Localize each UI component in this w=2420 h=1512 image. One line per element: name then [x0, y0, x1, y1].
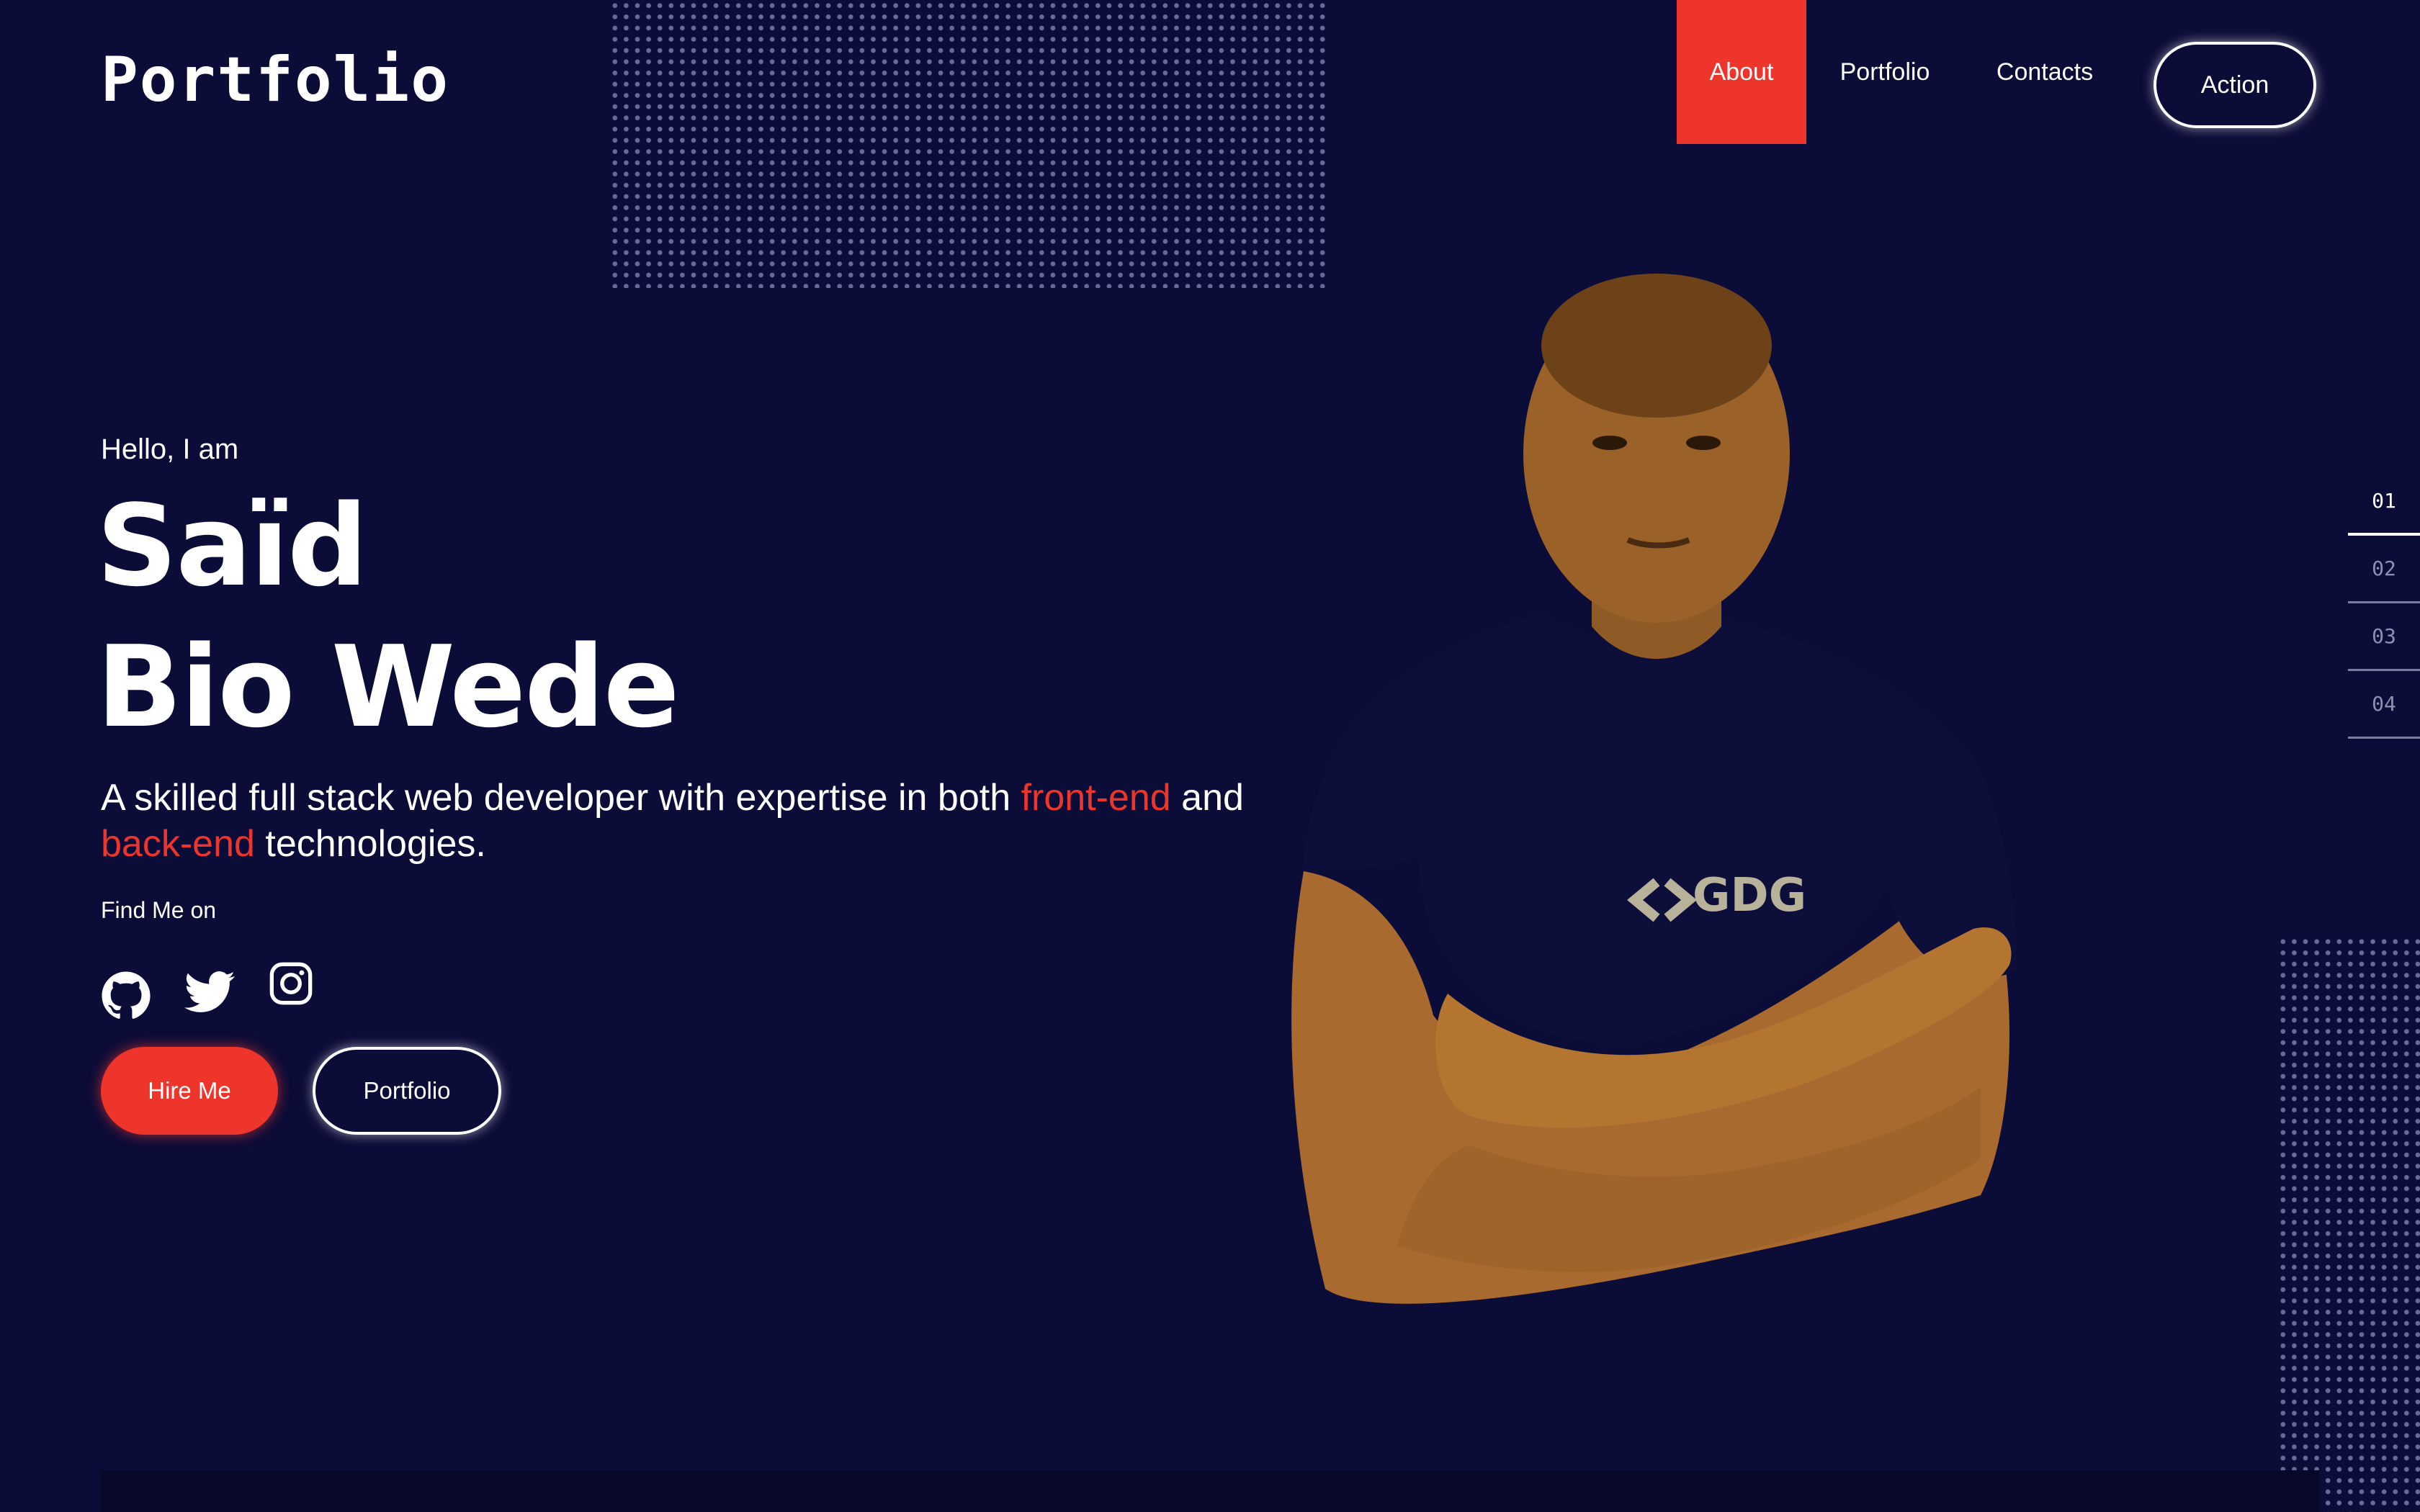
instagram-icon: [269, 962, 313, 1005]
pager-item-04[interactable]: 04: [2348, 671, 2420, 739]
hire-me-button[interactable]: Hire Me: [101, 1047, 278, 1135]
main-nav: About Portfolio Contacts: [1677, 0, 2126, 144]
pager-item-03[interactable]: 03: [2348, 603, 2420, 671]
hero-name-first: Saïd: [97, 480, 368, 611]
dot-pattern-right: [2277, 936, 2420, 1512]
action-button[interactable]: Action: [2154, 42, 2316, 128]
twitter-link[interactable]: [184, 971, 235, 1017]
shirt-logo-text: GDG: [1693, 869, 1806, 922]
greeting-text: Hello, I am: [101, 433, 239, 465]
nav-item-contacts[interactable]: Contacts: [1963, 0, 2126, 144]
pager-item-02[interactable]: 02: [2348, 536, 2420, 603]
tagline-text: A skilled full stack web developer with …: [101, 777, 1021, 819]
tagline-highlight-frontend: front-end: [1021, 777, 1171, 819]
next-section-edge: [101, 1470, 2319, 1512]
dot-pattern-top: [609, 0, 1327, 288]
instagram-link[interactable]: [268, 960, 314, 1009]
tagline-highlight-backend: back-end: [101, 823, 255, 865]
hero-tagline: A skilled full stack web developer with …: [101, 775, 1296, 867]
github-icon: [102, 971, 151, 1019]
hero-name-last: Bio Wede: [97, 621, 680, 752]
pager-item-01[interactable]: 01: [2348, 468, 2420, 536]
github-link[interactable]: [101, 971, 151, 1024]
site-logo[interactable]: Portfolio: [101, 49, 449, 111]
find-me-label: Find Me on: [101, 897, 217, 923]
nav-item-about[interactable]: About: [1677, 0, 1806, 144]
nav-item-portfolio[interactable]: Portfolio: [1806, 0, 1963, 144]
portrait-photo: GDG: [1291, 274, 2017, 1304]
tagline-text: technologies.: [254, 823, 486, 865]
twitter-icon: [184, 971, 235, 1012]
hero-name: Saïd Bio Wede: [97, 475, 680, 757]
tagline-text: and: [1170, 777, 1244, 819]
section-pager: 01 02 03 04: [2348, 468, 2420, 739]
portfolio-button[interactable]: Portfolio: [313, 1047, 501, 1135]
